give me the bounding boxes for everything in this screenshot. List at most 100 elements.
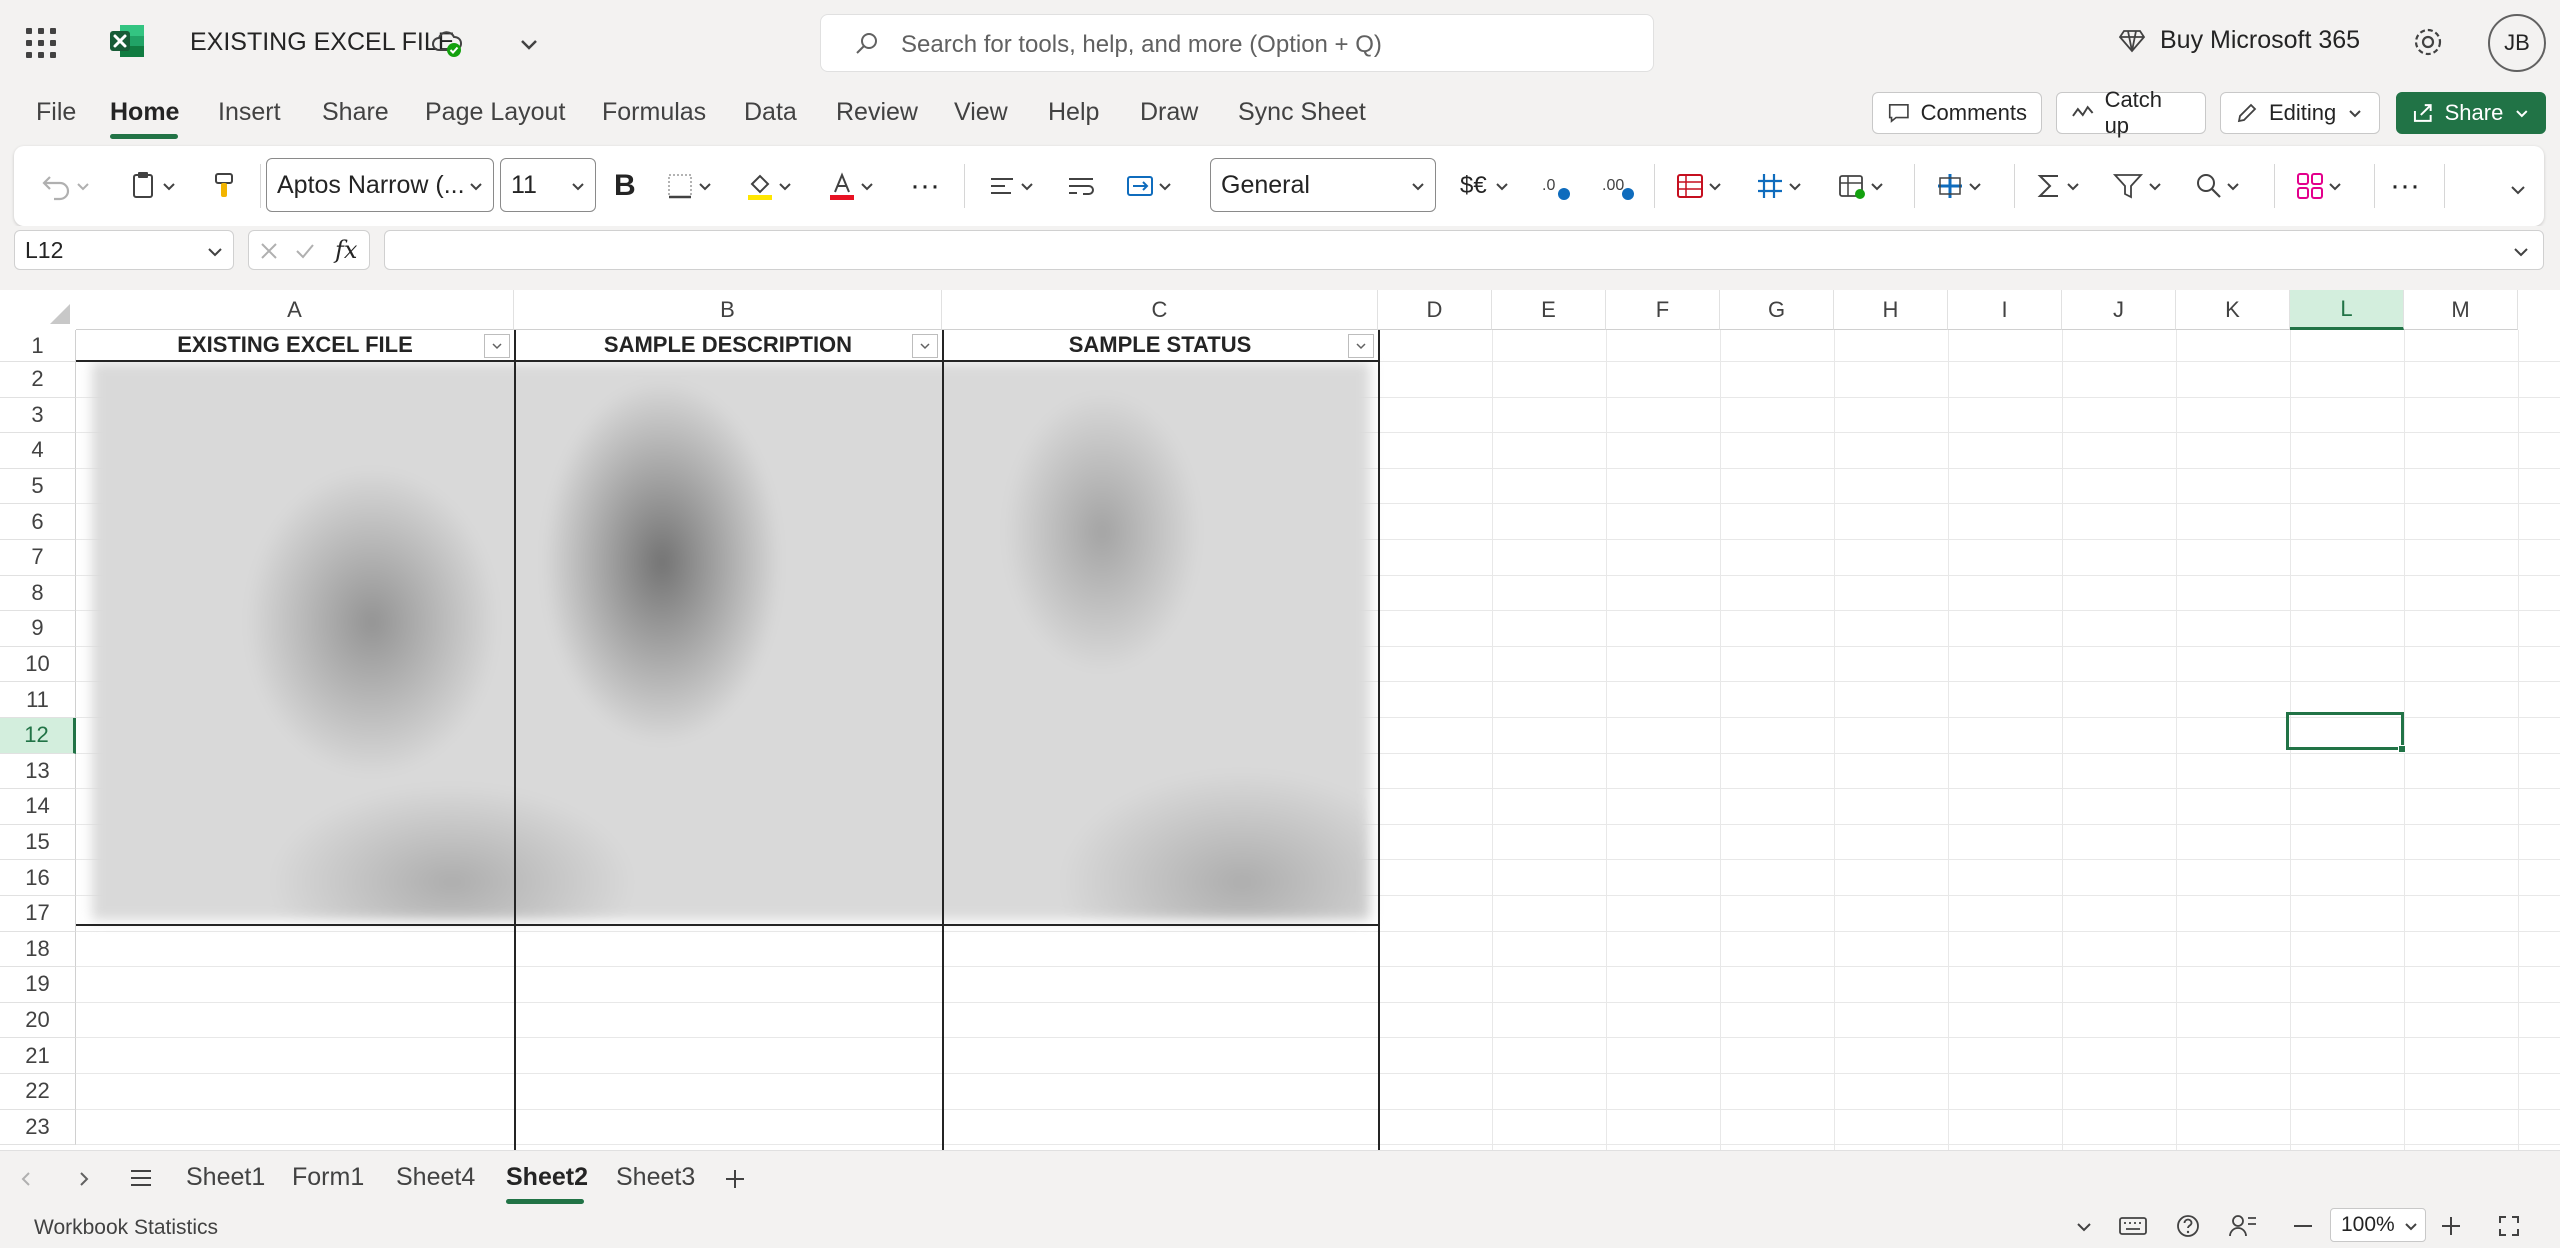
fill-color-button[interactable] [744, 162, 794, 210]
row-header-12[interactable]: 12 [0, 718, 76, 754]
keyboard-icon[interactable] [2118, 1214, 2148, 1238]
row-header-3[interactable]: 3 [0, 397, 76, 434]
confirm-formula-icon[interactable] [293, 239, 317, 263]
tab-view[interactable]: View [954, 98, 1008, 127]
tab-review[interactable]: Review [836, 98, 918, 127]
table-header-b[interactable]: SAMPLE DESCRIPTION [514, 330, 942, 362]
table-header-a[interactable]: EXISTING EXCEL FILE [76, 330, 514, 362]
row-header-6[interactable]: 6 [0, 504, 76, 540]
cancel-formula-icon[interactable] [257, 239, 281, 263]
currency-format-button[interactable]: $€ [1460, 162, 1511, 210]
all-sheets-menu-icon[interactable] [128, 1167, 154, 1189]
gear-icon[interactable] [2408, 22, 2448, 62]
row-header-18[interactable]: 18 [0, 931, 76, 968]
expand-formula-icon[interactable] [2511, 243, 2531, 261]
more-options-icon[interactable]: ··· [2390, 162, 2420, 210]
catch-up-button[interactable]: Catch up [2056, 87, 2206, 138]
borders-button[interactable] [664, 162, 714, 210]
insert-function-icon[interactable]: fx [335, 236, 357, 264]
column-header-b[interactable]: B [514, 290, 942, 330]
buy-microsoft-365-link[interactable]: Buy Microsoft 365 [2118, 26, 2360, 55]
collapse-ribbon-icon[interactable] [2508, 180, 2528, 200]
sort-filter-button[interactable] [2112, 162, 2164, 210]
column-header-k[interactable]: K [2176, 290, 2290, 330]
row-header-10[interactable]: 10 [0, 646, 76, 683]
spreadsheet-grid[interactable]: ABCDEFGHIJKLM 1 2 3 4 5 6 7 8 9 10 11 12 13 14 15 16 17 1… [0, 290, 2560, 1150]
row-header-15[interactable]: 15 [0, 824, 76, 861]
name-box[interactable]: L12 [14, 230, 234, 270]
row-header-21[interactable]: 21 [0, 1038, 76, 1074]
decrease-decimal-button[interactable]: .0 [1540, 162, 1574, 210]
table-header-c[interactable]: SAMPLE STATUS [942, 330, 1378, 362]
tab-file[interactable]: File [36, 98, 76, 127]
row-header-2[interactable]: 2 [0, 362, 76, 398]
format-painter-button[interactable] [208, 162, 240, 210]
insert-cells-button[interactable] [1934, 162, 1984, 210]
avatar[interactable]: JB [2488, 14, 2546, 72]
row-header-9[interactable]: 9 [0, 611, 76, 647]
zoom-out-icon[interactable] [2290, 1214, 2316, 1238]
zoom-select[interactable]: 100% [2330, 1208, 2426, 1242]
filter-dropdown-c[interactable] [1348, 334, 1374, 358]
editing-mode-button[interactable]: Editing [2220, 92, 2380, 134]
chevron-right-icon[interactable] [74, 1169, 94, 1189]
chevron-down-icon[interactable] [2074, 1218, 2094, 1236]
row-header-4[interactable]: 4 [0, 433, 76, 469]
format-as-table-button[interactable] [1754, 162, 1804, 210]
tab-insert[interactable]: Insert [218, 98, 281, 127]
zoom-in-icon[interactable] [2438, 1213, 2464, 1239]
tab-home[interactable]: Home [110, 98, 179, 127]
paste-button[interactable] [126, 162, 178, 210]
more-font-options-icon[interactable]: ··· [910, 162, 940, 210]
filter-dropdown-a[interactable] [484, 334, 510, 358]
blurred-picture[interactable] [92, 362, 1370, 920]
column-header-f[interactable]: F [1606, 290, 1720, 330]
row-header-17[interactable]: 17 [0, 896, 76, 932]
sheet-tab-sheet2[interactable]: Sheet2 [506, 1163, 588, 1192]
document-title[interactable]: EXISTING EXCEL FILE [190, 28, 454, 57]
row-header-7[interactable]: 7 [0, 540, 76, 576]
chevron-down-icon[interactable] [514, 30, 544, 60]
fill-handle[interactable] [2398, 745, 2406, 753]
tab-formulas[interactable]: Formulas [602, 98, 706, 127]
bold-button[interactable]: B [614, 162, 636, 210]
cell-styles-button[interactable] [1836, 162, 1886, 210]
column-header-c[interactable]: C [942, 290, 1378, 330]
formula-input[interactable] [384, 230, 2544, 270]
row-header-16[interactable]: 16 [0, 860, 76, 896]
tab-help[interactable]: Help [1048, 98, 1099, 127]
font-color-button[interactable] [826, 162, 876, 210]
tab-draw[interactable]: Draw [1140, 98, 1198, 127]
font-size-select[interactable]: 11 [500, 158, 596, 212]
tab-data[interactable]: Data [744, 98, 797, 127]
alignment-button[interactable] [986, 162, 1036, 210]
column-header-a[interactable]: A [76, 290, 514, 330]
comments-button[interactable]: Comments [1872, 92, 2042, 134]
column-header-d[interactable]: D [1378, 290, 1492, 330]
chevron-left-icon[interactable] [16, 1169, 36, 1189]
filter-dropdown-b[interactable] [912, 334, 938, 358]
column-header-m[interactable]: M [2404, 290, 2518, 330]
row-header-13[interactable]: 13 [0, 753, 76, 790]
row-header-14[interactable]: 14 [0, 789, 76, 825]
number-format-select[interactable]: General [1210, 158, 1436, 212]
merge-button[interactable] [1124, 162, 1174, 210]
row-header-1[interactable]: 1 [0, 330, 76, 362]
feedback-icon[interactable] [2228, 1212, 2258, 1240]
column-header-h[interactable]: H [1834, 290, 1948, 330]
column-header-i[interactable]: I [1948, 290, 2062, 330]
font-name-select[interactable]: Aptos Narrow (... [266, 158, 494, 212]
select-all-corner[interactable] [50, 304, 70, 324]
help-icon[interactable] [2174, 1212, 2202, 1240]
tab-page-layout[interactable]: Page Layout [425, 98, 565, 127]
row-header-23[interactable]: 23 [0, 1109, 76, 1146]
column-header-g[interactable]: G [1720, 290, 1834, 330]
add-sheet-icon[interactable] [722, 1166, 748, 1192]
conditional-formatting-button[interactable] [1674, 162, 1724, 210]
sheet-tab-sheet1[interactable]: Sheet1 [186, 1163, 265, 1192]
column-header-l[interactable]: L [2290, 290, 2404, 330]
column-header-e[interactable]: E [1492, 290, 1606, 330]
add-ins-button[interactable] [2294, 162, 2344, 210]
share-button[interactable]: Share [2396, 92, 2546, 134]
sheet-tab-sheet3[interactable]: Sheet3 [616, 1163, 695, 1192]
